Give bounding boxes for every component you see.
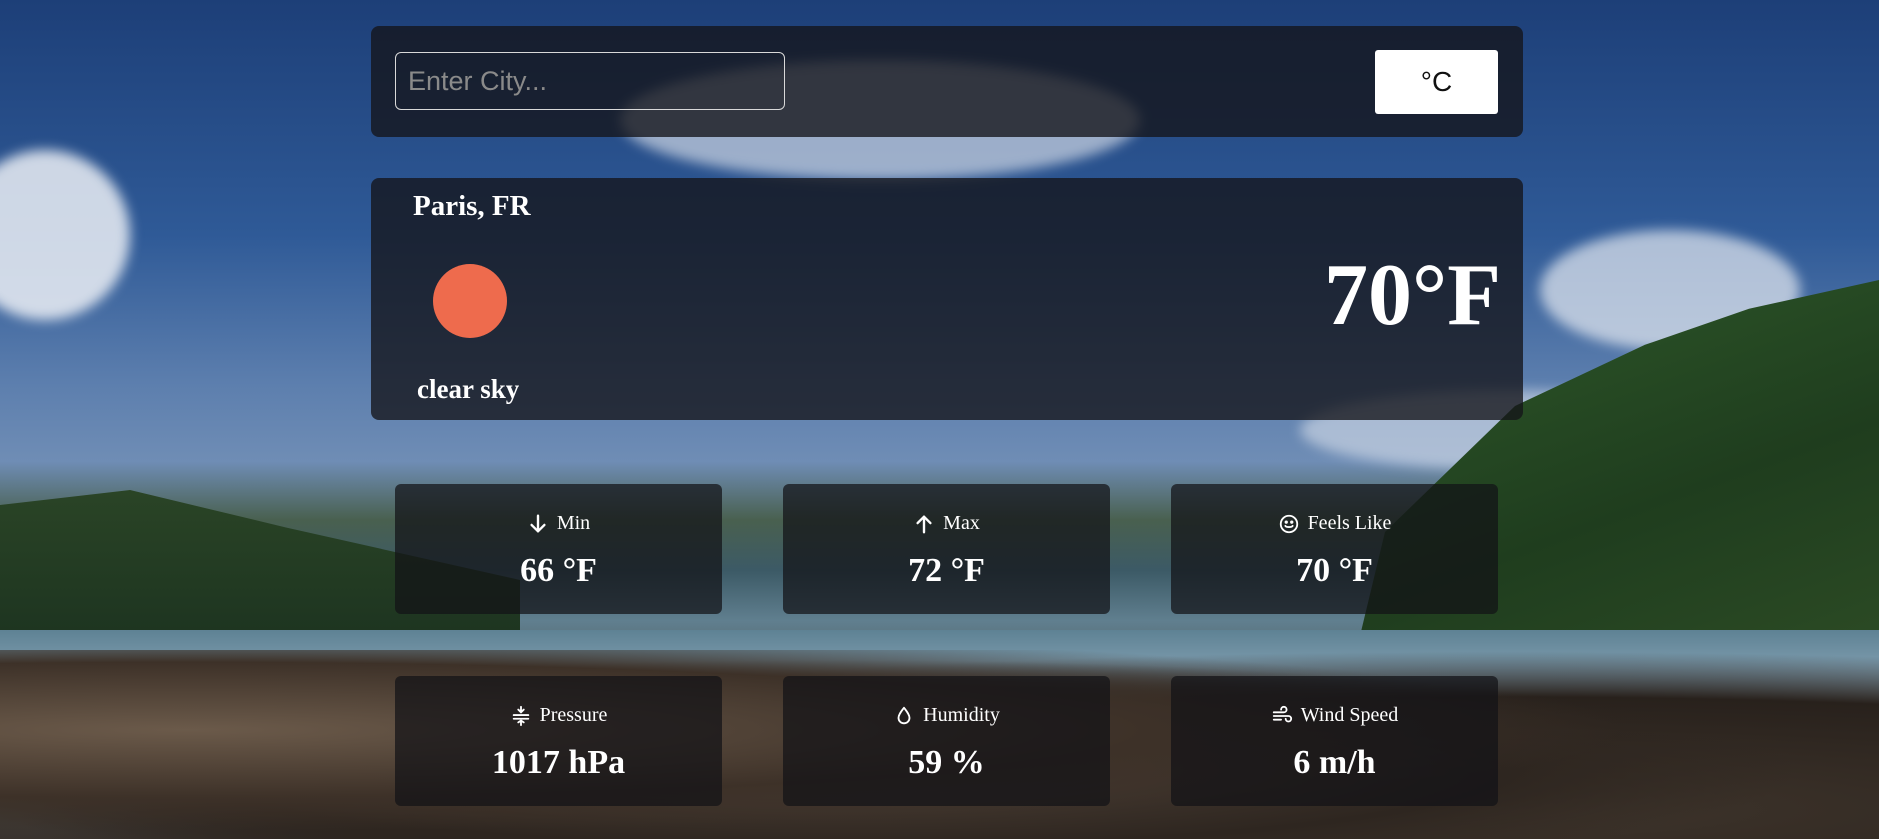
stat-label: Humidity xyxy=(923,704,1000,726)
stat-card-humidity: Humidity 59 % xyxy=(783,676,1110,806)
stat-label: Max xyxy=(943,512,980,534)
wind-icon xyxy=(1272,705,1292,722)
stat-value: 72 °F xyxy=(908,552,985,589)
stat-card-wind-speed: Wind Speed 6 m/h xyxy=(1171,676,1498,806)
stat-card-feels-like: Feels Like 70 °F xyxy=(1171,484,1498,614)
stat-label: Pressure xyxy=(539,704,608,726)
stat-label: Wind Speed xyxy=(1300,704,1399,726)
current-temperature: 70°F xyxy=(1324,247,1501,344)
city-search-input[interactable] xyxy=(395,52,785,110)
stat-label: Min xyxy=(556,512,591,534)
current-weather-panel: Paris, FR clear sky 70°F xyxy=(371,178,1523,420)
smile-icon xyxy=(1279,514,1298,533)
stat-card-max: Max 72 °F xyxy=(783,484,1110,614)
arrow-up-icon xyxy=(916,514,932,533)
droplet-icon xyxy=(897,706,911,724)
arrow-down-icon xyxy=(530,514,546,533)
sun-icon xyxy=(433,264,507,338)
unit-toggle-button[interactable]: °C xyxy=(1375,50,1498,114)
stat-value: 6 m/h xyxy=(1293,744,1376,781)
stat-label: Feels Like xyxy=(1307,512,1392,534)
weather-description: clear sky xyxy=(417,374,520,404)
stat-card-min: Min 66 °F xyxy=(395,484,722,614)
stat-value: 1017 hPa xyxy=(491,744,626,781)
pressure-icon xyxy=(512,705,529,726)
stat-value: 66 °F xyxy=(520,552,597,589)
weather-app: °C Paris, FR clear sky 70°F Min 66 °F Ma… xyxy=(0,0,1879,839)
stat-card-pressure: Pressure 1017 hPa xyxy=(395,676,722,806)
search-bar-panel: °C xyxy=(371,26,1523,137)
stat-value: 59 % xyxy=(908,744,985,781)
stat-value: 70 °F xyxy=(1296,552,1373,589)
location-label: Paris, FR xyxy=(413,190,531,222)
